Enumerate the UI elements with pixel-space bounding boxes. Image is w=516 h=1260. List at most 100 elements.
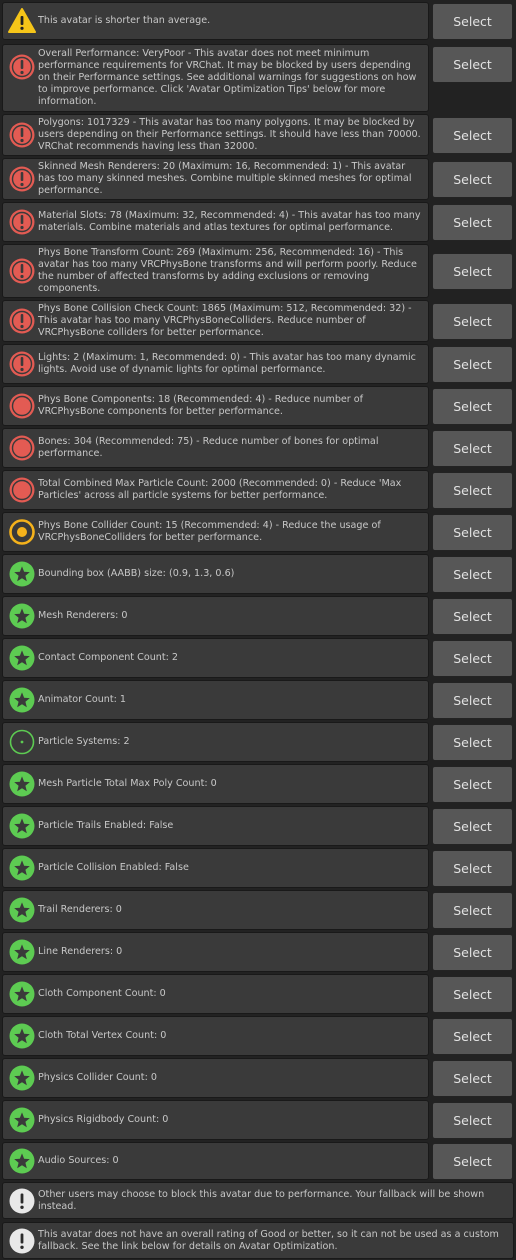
performance-notice-row: Other users may choose to block this ava…: [2, 1182, 514, 1219]
validation-message-row: Phys Bone Collider Count: 15 (Recommende…: [2, 512, 429, 552]
select-button[interactable]: Select: [432, 1101, 513, 1139]
select-button[interactable]: Select: [432, 975, 513, 1013]
select-button[interactable]: Select: [432, 681, 513, 719]
validation-message-row: Phys Bone Transform Count: 269 (Maximum:…: [2, 244, 429, 298]
validation-message-row: Particle Collision Enabled: False: [2, 848, 429, 888]
select-button[interactable]: Select: [432, 203, 513, 241]
excellent-star-icon: [8, 686, 36, 714]
select-button[interactable]: Select: [432, 387, 513, 425]
very-poor-rating-icon: [8, 53, 36, 81]
validation-message-row: This avatar is shorter than average.: [2, 2, 429, 40]
validation-message-text: Particle Trails Enabled: False: [38, 820, 174, 831]
validation-message-row: Phys Bone Components: 18 (Recommended: 4…: [2, 386, 429, 426]
validation-message-row: Audio Sources: 0: [2, 1142, 429, 1180]
validation-message-list: This avatar is shorter than average. Sele…: [0, 0, 516, 1260]
select-button[interactable]: Select: [432, 160, 513, 198]
excellent-star-icon: [8, 854, 36, 882]
select-button[interactable]: Select: [432, 345, 513, 383]
select-button[interactable]: Select: [432, 471, 513, 509]
select-button[interactable]: Select: [432, 807, 513, 845]
select-button[interactable]: Select: [432, 1142, 513, 1180]
excellent-star-icon: [8, 644, 36, 672]
select-button[interactable]: Select: [432, 723, 513, 761]
select-button[interactable]: Select: [432, 1017, 513, 1055]
very-poor-rating-icon: [8, 307, 36, 335]
validation-message-text: Skinned Mesh Renderers: 20 (Maximum: 16,…: [38, 161, 415, 196]
validation-message-text: Bounding box (AABB) size: (0.9, 1.3, 0.6…: [38, 568, 235, 579]
validation-message-row: Polygons: 1017329 - This avatar has too …: [2, 114, 429, 156]
validation-message-text: Cloth Component Count: 0: [38, 988, 166, 999]
excellent-star-icon: [8, 602, 36, 630]
select-button[interactable]: Select: [432, 849, 513, 887]
validation-message-row: Mesh Particle Total Max Poly Count: 0: [2, 764, 429, 804]
select-button[interactable]: Select: [432, 252, 513, 290]
validation-message-text: Cloth Total Vertex Count: 0: [38, 1030, 167, 1041]
select-button[interactable]: Select: [432, 1059, 513, 1097]
info-icon: [8, 1227, 36, 1255]
validation-message-row: Material Slots: 78 (Maximum: 32, Recomme…: [2, 202, 429, 242]
validation-message-row: Line Renderers: 0: [2, 932, 429, 972]
select-button[interactable]: Select: [432, 765, 513, 803]
validation-message-row: Physics Collider Count: 0: [2, 1058, 429, 1098]
good-rating-icon: [8, 728, 36, 756]
validation-message-row: Cloth Component Count: 0: [2, 974, 429, 1014]
excellent-star-icon: [8, 560, 36, 588]
select-button[interactable]: Select: [432, 933, 513, 971]
validation-message-row: Lights: 2 (Maximum: 1, Recommended: 0) -…: [2, 344, 429, 384]
validation-message-row: Phys Bone Collision Check Count: 1865 (M…: [2, 300, 429, 342]
validation-message-text: Lights: 2 (Maximum: 1, Recommended: 0) -…: [38, 352, 419, 375]
validation-message-text: Particle Collision Enabled: False: [38, 862, 189, 873]
validation-message-text: Line Renderers: 0: [38, 946, 123, 957]
very-poor-rating-icon: [8, 257, 36, 285]
very-poor-rating-icon: [8, 121, 36, 149]
validation-message-text: Material Slots: 78 (Maximum: 32, Recomme…: [38, 210, 424, 233]
validation-message-row: Trail Renderers: 0: [2, 890, 429, 930]
validation-message-text: This avatar does not have an overall rat…: [38, 1228, 502, 1252]
select-button[interactable]: Select: [432, 116, 513, 154]
validation-message-text: Trail Renderers: 0: [38, 904, 122, 915]
validation-message-row: Animator Count: 1: [2, 680, 429, 720]
validation-message-row: Mesh Renderers: 0: [2, 596, 429, 636]
excellent-star-icon: [8, 1022, 36, 1050]
select-button[interactable]: Select: [432, 891, 513, 929]
excellent-star-icon: [8, 812, 36, 840]
validation-message-text: Polygons: 1017329 - This avatar has too …: [38, 117, 424, 152]
validation-message-text: Phys Bone Collider Count: 15 (Recommende…: [38, 520, 384, 543]
validation-message-row: Skinned Mesh Renderers: 20 (Maximum: 16,…: [2, 158, 429, 200]
validation-message-text: Audio Sources: 0: [38, 1155, 119, 1166]
excellent-star-icon: [8, 1106, 36, 1134]
validation-message-text: Physics Collider Count: 0: [38, 1072, 157, 1083]
validation-message-row: Particle Trails Enabled: False: [2, 806, 429, 846]
validation-message-text: This avatar is shorter than average.: [38, 15, 211, 26]
select-button[interactable]: Select: [432, 2, 513, 40]
poor-rating-icon: [8, 476, 36, 504]
validation-message-text: Total Combined Max Particle Count: 2000 …: [38, 478, 405, 501]
select-button[interactable]: Select: [432, 639, 513, 677]
performance-notice-row: This avatar does not have an overall rat…: [2, 1222, 514, 1259]
validation-message-text: Contact Component Count: 2: [38, 652, 178, 663]
validation-message-text: Overall Performance: VeryPoor - This ava…: [38, 48, 420, 107]
very-poor-rating-icon: [8, 350, 36, 378]
medium-rating-icon: [8, 518, 36, 546]
select-button[interactable]: Select: [432, 302, 513, 340]
validation-message-text: Other users may choose to block this ava…: [38, 1188, 488, 1212]
select-button[interactable]: Select: [432, 46, 513, 83]
excellent-star-icon: [8, 1147, 36, 1175]
info-icon: [8, 1187, 36, 1215]
select-button[interactable]: Select: [432, 597, 513, 635]
validation-message-row: Contact Component Count: 2: [2, 638, 429, 678]
very-poor-rating-icon: [8, 208, 36, 236]
validation-message-text: Animator Count: 1: [38, 694, 127, 705]
excellent-star-icon: [8, 770, 36, 798]
very-poor-rating-icon: [8, 165, 36, 193]
select-button[interactable]: Select: [432, 429, 513, 467]
validation-message-row: Total Combined Max Particle Count: 2000 …: [2, 470, 429, 510]
select-button[interactable]: Select: [432, 555, 513, 593]
validation-message-row: Particle Systems: 2: [2, 722, 429, 762]
validation-message-row: Bounding box (AABB) size: (0.9, 1.3, 0.6…: [2, 554, 429, 594]
poor-rating-icon: [8, 434, 36, 462]
validation-message-text: Physics Rigidbody Count: 0: [38, 1114, 169, 1125]
validation-message-text: Phys Bone Components: 18 (Recommended: 4…: [38, 394, 367, 417]
select-button[interactable]: Select: [432, 513, 513, 551]
validation-message-row: Bones: 304 (Recommended: 75) - Reduce nu…: [2, 428, 429, 468]
